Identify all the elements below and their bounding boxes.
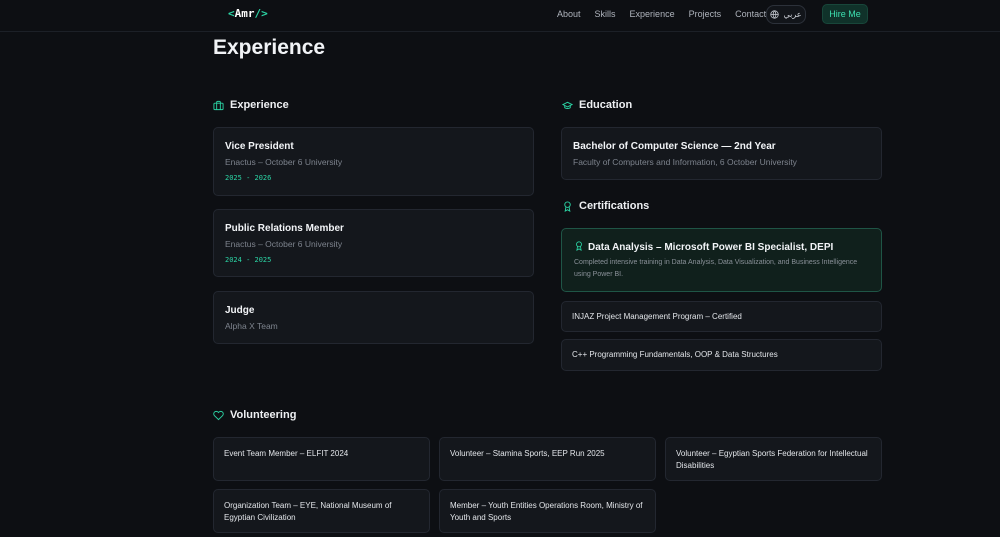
language-toggle-button[interactable]: عربي: [766, 5, 806, 24]
experience-heading-label: Experience: [230, 99, 289, 111]
logo[interactable]: <Amr/>: [228, 7, 268, 20]
volunteering-card: Volunteer – Stamina Sports, EEP Run 2025: [439, 437, 656, 481]
hire-me-button[interactable]: Hire Me: [822, 4, 868, 24]
nav-links: About Skills Experience Projects Contact: [557, 9, 780, 19]
award-icon: [576, 241, 582, 251]
volunteering-card: Organization Team – EYE, National Museum…: [213, 489, 430, 533]
certification-card: INJAZ Project Management Program – Certi…: [561, 301, 882, 332]
nav-link-contact[interactable]: Contact: [735, 9, 766, 19]
experience-title: Public Relations Member: [225, 223, 344, 234]
volunteering-card: Volunteer – Egyptian Sports Federation f…: [665, 437, 882, 481]
certification-card: C++ Programming Fundamentals, OOP & Data…: [561, 339, 882, 371]
experience-org: Enactus – October 6 University: [225, 157, 343, 167]
logo-bracket-open: <: [228, 7, 235, 20]
experience-org: Alpha X Team: [225, 321, 278, 331]
experience-title: Vice President: [225, 141, 294, 152]
briefcase-icon: [213, 100, 224, 110]
top-nav: <Amr/> About Skills Experience Projects …: [0, 0, 1000, 32]
language-label: عربي: [783, 10, 802, 19]
certifications-heading: Certifications: [562, 200, 649, 212]
certification-label: INJAZ Project Management Program – Certi…: [572, 312, 742, 321]
volunteering-card: Member – Youth Entities Operations Room,…: [439, 489, 656, 533]
featured-certification-card: Data Analysis – Microsoft Power BI Speci…: [561, 228, 882, 292]
experience-card: Public Relations Member Enactus – Octobe…: [213, 209, 534, 277]
certifications-heading-label: Certifications: [579, 200, 650, 212]
volunteering-label: Event Team Member – ELFIT 2024: [224, 449, 349, 458]
volunteering-label: Volunteer – Stamina Sports, EEP Run 2025: [450, 449, 605, 458]
heart-icon: [213, 410, 224, 420]
logo-name: Amr: [234, 7, 255, 20]
nav-link-about[interactable]: About: [557, 9, 581, 19]
experience-card: Judge Alpha X Team: [213, 291, 534, 344]
education-card: Bachelor of Computer Science — 2nd Year …: [561, 127, 882, 180]
education-degree: Bachelor of Computer Science — 2nd Year: [573, 141, 776, 152]
experience-title: Judge: [225, 305, 255, 316]
experience-card: Vice President Enactus – October 6 Unive…: [213, 127, 534, 196]
globe-icon: [770, 10, 780, 19]
experience-heading: Experience: [213, 99, 289, 111]
logo-bracket-close: />: [254, 7, 268, 20]
volunteering-card: Event Team Member – ELFIT 2024: [213, 437, 430, 481]
nav-link-projects[interactable]: Projects: [689, 9, 722, 19]
education-heading-label: Education: [579, 99, 633, 111]
certification-label: C++ Programming Fundamentals, OOP & Data…: [572, 350, 778, 359]
nav-link-skills[interactable]: Skills: [595, 9, 616, 19]
nav-link-experience[interactable]: Experience: [630, 9, 675, 19]
volunteering-label: Organization Team – EYE, National Museum…: [224, 501, 392, 522]
experience-years: 2025 - 2026: [225, 174, 272, 182]
experience-org: Enactus – October 6 University: [225, 239, 343, 249]
certification-title: Data Analysis – Microsoft Power BI Speci…: [588, 242, 834, 253]
experience-years: 2024 - 2025: [225, 256, 272, 264]
volunteering-label: Volunteer – Egyptian Sports Federation f…: [676, 449, 868, 470]
volunteering-heading: Volunteering: [213, 409, 296, 421]
certification-description: Completed intensive training in Data Ana…: [574, 259, 858, 278]
education-faculty: Faculty of Computers and Information, 6 …: [573, 157, 797, 167]
page-title: Experience: [213, 36, 326, 59]
award-icon: [564, 200, 571, 212]
volunteering-heading-label: Volunteering: [230, 409, 297, 421]
graduation-cap-icon: [562, 101, 573, 109]
volunteering-label: Member – Youth Entities Operations Room,…: [450, 501, 643, 522]
education-heading: Education: [562, 99, 632, 111]
